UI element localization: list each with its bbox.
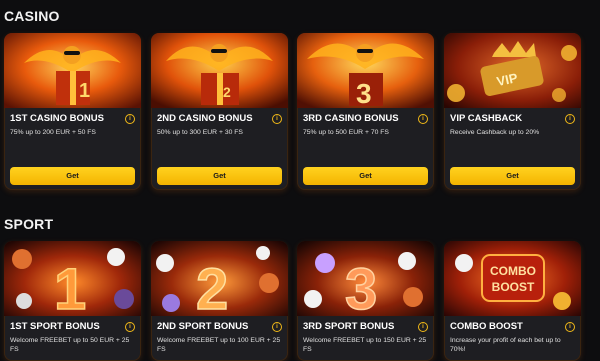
info-icon[interactable]: i <box>125 322 135 332</box>
casino-card-4[interactable]: VIP VIP CASHBACK i Receive Cashback up t… <box>444 33 581 190</box>
card-description: 75% up to 500 EUR + 70 FS <box>303 129 389 136</box>
info-icon[interactable]: i <box>272 322 282 332</box>
card-title: 3RD SPORT BONUS <box>303 321 395 332</box>
casino-card-2-art: 2 <box>151 33 288 108</box>
card-description: Welcome FREEBET up to 150 EUR + 25 FS <box>303 337 427 353</box>
get-button[interactable]: Get <box>450 167 575 185</box>
get-button[interactable]: Get <box>303 167 428 185</box>
get-button[interactable]: Get <box>157 167 282 185</box>
number-badge: 2 <box>223 84 231 100</box>
sport-balls-number-illustration: 3 <box>297 241 434 316</box>
sport-card-1[interactable]: 1 1ST SPORT BONUS i Welcome FREEBET up t… <box>4 241 141 361</box>
casino-card-1[interactable]: 1 1ST CASINO BONUS i 75% up to 200 EUR +… <box>4 33 141 190</box>
sport-balls-number-illustration: 1 <box>4 241 141 316</box>
card-description: Increase your profit of each bet up to 7… <box>450 337 561 353</box>
card-title: VIP CASHBACK <box>450 113 523 124</box>
info-icon[interactable]: i <box>418 114 428 124</box>
phoenix-gift-illustration: 3 <box>297 33 434 108</box>
number-badge: 3 <box>356 78 372 108</box>
vip-crown-illustration: VIP <box>444 33 581 108</box>
section-title-casino: CASINO <box>4 8 60 24</box>
phoenix-gift-illustration: 1 <box>4 33 141 108</box>
card-title: 1ST SPORT BONUS <box>10 321 100 332</box>
card-title: 2ND CASINO BONUS <box>157 113 253 124</box>
sport-balls-number-illustration: 2 <box>151 241 288 316</box>
info-icon[interactable]: i <box>565 114 575 124</box>
card-title: 1ST CASINO BONUS <box>10 113 104 124</box>
casino-card-2[interactable]: 2 2ND CASINO BONUS i 50% up to 300 EUR +… <box>151 33 288 190</box>
card-title: COMBO BOOST <box>450 321 523 332</box>
card-description: Receive Cashback up to 20% <box>450 129 540 136</box>
card-title: 3RD CASINO BONUS <box>303 113 399 124</box>
casino-card-1-art: 1 <box>4 33 141 108</box>
section-title-sport: SPORT <box>4 216 54 232</box>
info-icon[interactable]: i <box>418 322 428 332</box>
card-description: Welcome FREEBET up to 50 EUR + 25 FS <box>10 337 130 353</box>
sport-card-3-art: 3 <box>297 241 434 316</box>
phoenix-gift-illustration: 2 <box>151 33 288 108</box>
sport-card-4[interactable]: COMBO BOOST COMBO BOOST i Increase your … <box>444 241 581 361</box>
combo-boost-illustration: COMBO BOOST <box>444 241 581 316</box>
get-button[interactable]: Get <box>10 167 135 185</box>
combo-badge-line-1: COMBO <box>490 264 536 278</box>
card-description: Welcome FREEBET up to 100 EUR + 25 FS <box>157 337 281 353</box>
card-description: 75% up to 200 EUR + 50 FS <box>10 129 96 136</box>
sport-card-4-art: COMBO BOOST <box>444 241 581 316</box>
info-icon[interactable]: i <box>565 322 575 332</box>
card-description: 50% up to 300 EUR + 30 FS <box>157 129 243 136</box>
info-icon[interactable]: i <box>125 114 135 124</box>
combo-badge-line-2: BOOST <box>492 280 535 294</box>
casino-card-3[interactable]: 3 3RD CASINO BONUS i 75% up to 500 EUR +… <box>297 33 434 190</box>
card-title: 2ND SPORT BONUS <box>157 321 249 332</box>
number-badge: 1 <box>54 257 86 316</box>
number-badge: 1 <box>79 80 90 102</box>
casino-card-3-art: 3 <box>297 33 434 108</box>
sport-card-2-art: 2 <box>151 241 288 316</box>
sport-card-1-art: 1 <box>4 241 141 316</box>
info-icon[interactable]: i <box>272 114 282 124</box>
number-badge: 2 <box>196 257 228 316</box>
sport-card-2[interactable]: 2 2ND SPORT BONUS i Welcome FREEBET up t… <box>151 241 288 361</box>
sport-card-3[interactable]: 3 3RD SPORT BONUS i Welcome FREEBET up t… <box>297 241 434 361</box>
number-badge: 3 <box>345 257 377 316</box>
casino-card-4-art: VIP <box>444 33 581 108</box>
